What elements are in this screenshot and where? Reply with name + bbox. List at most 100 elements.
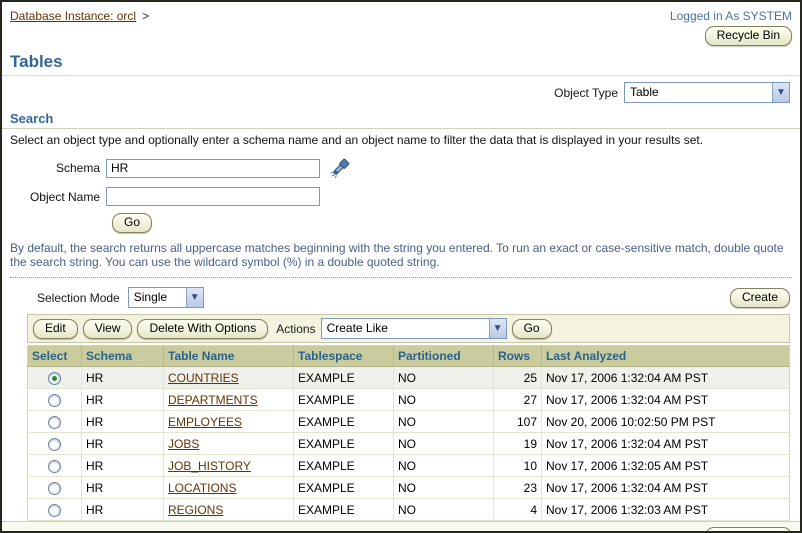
row-rows-cell: 27: [494, 389, 542, 411]
column-header-last-analyzed[interactable]: Last Analyzed: [542, 346, 790, 367]
table-header-row: Select Schema△ Table Name Tablespace Par…: [28, 346, 790, 367]
recycle-bin-button-top[interactable]: Recycle Bin: [705, 26, 792, 46]
row-table-name-cell: COUNTRIES: [164, 367, 294, 389]
row-table-name-cell: LOCATIONS: [164, 477, 294, 499]
row-last-analyzed-cell: Nov 17, 2006 1:32:03 AM PST: [542, 499, 790, 521]
page-title: Tables: [2, 48, 800, 76]
row-select-cell: [28, 499, 82, 521]
top-right-area: Logged in As SYSTEM Recycle Bin: [670, 9, 792, 46]
table-name-link[interactable]: DEPARTMENTS: [168, 393, 258, 407]
row-last-analyzed-cell: Nov 17, 2006 1:32:04 AM PST: [542, 389, 790, 411]
table-name-link[interactable]: EMPLOYEES: [168, 415, 242, 429]
chevron-down-icon: ▼: [186, 288, 203, 307]
breadcrumb: Database Instance: orcl >: [10, 9, 149, 46]
search-section-title: Search: [2, 105, 800, 129]
table-row: HRJOBSEXAMPLENO19Nov 17, 2006 1:32:04 AM…: [28, 433, 790, 455]
actions-label: Actions: [276, 322, 315, 336]
row-select-radio[interactable]: [48, 504, 61, 517]
row-tablespace-cell: EXAMPLE: [294, 499, 394, 521]
selection-mode-label: Selection Mode: [37, 291, 120, 305]
row-partitioned-cell: NO: [394, 455, 494, 477]
chevron-down-icon: ▼: [772, 83, 789, 102]
row-schema-cell: HR: [82, 389, 164, 411]
column-header-rows[interactable]: Rows: [494, 346, 542, 367]
table-name-link[interactable]: COUNTRIES: [168, 371, 239, 385]
row-select-radio[interactable]: [48, 394, 61, 407]
table-name-link[interactable]: LOCATIONS: [168, 481, 236, 495]
breadcrumb-separator: >: [142, 9, 149, 23]
search-description: Select an object type and optionally ent…: [2, 129, 800, 149]
view-button[interactable]: View: [83, 319, 133, 339]
row-schema-cell: HR: [82, 455, 164, 477]
footer: Recycle Bin: [2, 521, 800, 533]
search-go-row: Go: [112, 213, 800, 233]
column-header-schema-label: Schema: [86, 349, 132, 363]
recycle-bin-button-bottom[interactable]: Recycle Bin: [705, 527, 792, 533]
top-bar: Database Instance: orcl > Logged in As SY…: [2, 2, 800, 46]
search-note: By default, the search returns all upper…: [2, 233, 800, 269]
delete-with-options-button[interactable]: Delete With Options: [137, 319, 268, 339]
results-toolbar: Edit View Delete With Options Actions Cr…: [27, 314, 790, 343]
row-tablespace-cell: EXAMPLE: [294, 477, 394, 499]
row-select-cell: [28, 455, 82, 477]
row-tablespace-cell: EXAMPLE: [294, 411, 394, 433]
row-partitioned-cell: NO: [394, 411, 494, 433]
chevron-down-icon: ▼: [489, 319, 506, 338]
row-rows-cell: 10: [494, 455, 542, 477]
row-last-analyzed-cell: Nov 17, 2006 1:32:05 AM PST: [542, 455, 790, 477]
table-row: HRREGIONSEXAMPLENO4Nov 17, 2006 1:32:03 …: [28, 499, 790, 521]
schema-input[interactable]: [106, 159, 320, 178]
row-select-cell: [28, 411, 82, 433]
table-row: HR JOB_HISTORY EXAMPLENO10Nov 17, 2006 1:3…: [28, 455, 790, 477]
column-header-schema[interactable]: Schema△: [82, 346, 164, 367]
table-name-link[interactable]: JOB_HISTORY: [168, 459, 251, 473]
row-partitioned-cell: NO: [394, 477, 494, 499]
object-type-row: Object Type Table ▼: [2, 76, 800, 105]
schema-label: Schema: [2, 161, 106, 175]
row-rows-cell: 19: [494, 433, 542, 455]
row-partitioned-cell: NO: [394, 433, 494, 455]
row-select-radio[interactable]: [48, 372, 61, 385]
row-rows-cell: 23: [494, 477, 542, 499]
row-select-radio[interactable]: [48, 416, 61, 429]
object-name-input[interactable]: [106, 187, 320, 206]
row-select-cell: [28, 367, 82, 389]
table-row: HRLOCATIONSEXAMPLENO23Nov 17, 2006 1:32:…: [28, 477, 790, 499]
row-select-radio[interactable]: [48, 482, 61, 495]
row-schema-cell: HR: [82, 367, 164, 389]
selection-mode-value: Single: [129, 288, 186, 307]
row-select-radio[interactable]: [48, 460, 61, 473]
row-tablespace-cell: EXAMPLE: [294, 455, 394, 477]
schema-lookup-flashlight-icon[interactable]: [328, 156, 352, 180]
actions-value: Create Like: [322, 319, 489, 338]
row-partitioned-cell: NO: [394, 499, 494, 521]
logged-in-as-label: Logged in As SYSTEM: [670, 9, 792, 23]
schema-row: Schema: [2, 156, 800, 180]
row-last-analyzed-cell: Nov 17, 2006 1:32:04 AM PST: [542, 367, 790, 389]
row-rows-cell: 107: [494, 411, 542, 433]
table-name-link[interactable]: REGIONS: [168, 503, 223, 517]
object-name-label: Object Name: [2, 190, 106, 204]
table-row: HREMPLOYEESEXAMPLENO107Nov 20, 2006 10:0…: [28, 411, 790, 433]
actions-go-button[interactable]: Go: [512, 319, 552, 339]
row-partitioned-cell: NO: [394, 389, 494, 411]
row-last-analyzed-cell: Nov 17, 2006 1:32:04 AM PST: [542, 477, 790, 499]
actions-select[interactable]: Create Like ▼: [321, 318, 507, 339]
breadcrumb-database-instance-link[interactable]: Database Instance: orcl: [10, 9, 136, 23]
search-go-button[interactable]: Go: [112, 213, 152, 233]
row-select-radio[interactable]: [48, 438, 61, 451]
create-button[interactable]: Create: [730, 288, 790, 308]
row-table-name-cell: DEPARTMENTS: [164, 389, 294, 411]
row-schema-cell: HR: [82, 499, 164, 521]
column-header-table-name[interactable]: Table Name: [164, 346, 294, 367]
row-table-name-cell: JOBS: [164, 433, 294, 455]
edit-button[interactable]: Edit: [33, 319, 78, 339]
column-header-partitioned[interactable]: Partitioned: [394, 346, 494, 367]
column-header-tablespace[interactable]: Tablespace: [294, 346, 394, 367]
object-name-row: Object Name: [2, 187, 800, 206]
row-partitioned-cell: NO: [394, 367, 494, 389]
table-name-link[interactable]: JOBS: [168, 437, 199, 451]
selection-mode-select[interactable]: Single ▼: [128, 287, 204, 308]
selection-mode-row: Selection Mode Single ▼ Create: [27, 287, 790, 308]
object-type-select[interactable]: Table ▼: [624, 82, 790, 103]
